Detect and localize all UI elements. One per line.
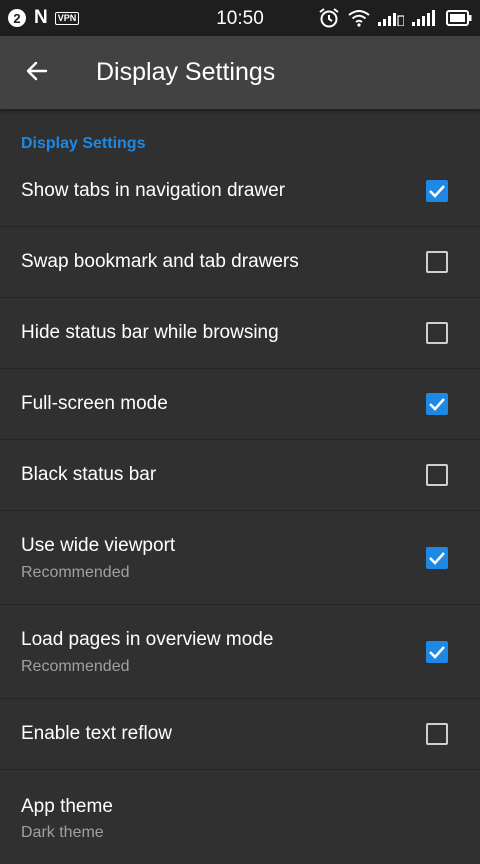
setting-title: Swap bookmark and tab drawers (21, 251, 299, 273)
setting-title: Enable text reflow (21, 723, 172, 745)
category-header: Display Settings (21, 135, 145, 153)
black-status-bar-checkbox[interactable] (426, 464, 448, 486)
setting-title: Show tabs in navigation drawer (21, 180, 285, 202)
full-screen-checkbox[interactable] (426, 393, 448, 415)
status-bar-right (318, 7, 472, 29)
setting-title: Black status bar (21, 464, 156, 486)
wide-viewport-checkbox[interactable] (426, 547, 448, 569)
back-arrow-icon (25, 59, 49, 88)
setting-show-tabs-in-drawer[interactable]: Show tabs in navigation drawer (0, 156, 480, 227)
setting-app-theme[interactable]: App theme Dark theme (0, 770, 480, 864)
page-title: Display Settings (96, 58, 275, 87)
show-tabs-checkbox[interactable] (426, 180, 448, 202)
cell-signal-1-icon (378, 10, 404, 26)
setting-overview-mode[interactable]: Load pages in overview mode Recommended (0, 605, 480, 699)
alarm-icon (318, 7, 340, 29)
setting-wide-viewport[interactable]: Use wide viewport Recommended (0, 511, 480, 605)
settings-list: Display Settings Show tabs in navigation… (0, 109, 480, 853)
battery-icon (446, 10, 472, 26)
setting-text-reflow[interactable]: Enable text reflow (0, 699, 480, 770)
setting-title: Load pages in overview mode (21, 629, 273, 651)
status-bar: 2 N VPN 10:50 (0, 0, 480, 36)
setting-swap-drawers[interactable]: Swap bookmark and tab drawers (0, 227, 480, 298)
setting-title: Full-screen mode (21, 393, 168, 415)
text-reflow-checkbox[interactable] (426, 723, 448, 745)
back-button[interactable] (14, 50, 60, 96)
setting-title: App theme (21, 796, 113, 818)
wifi-icon (348, 9, 370, 27)
toolbar: Display Settings (0, 36, 480, 109)
overview-mode-checkbox[interactable] (426, 641, 448, 663)
swap-drawers-checkbox[interactable] (426, 251, 448, 273)
setting-black-status-bar[interactable]: Black status bar (0, 440, 480, 511)
setting-summary: Recommended (21, 564, 130, 582)
setting-title: Hide status bar while browsing (21, 322, 279, 344)
setting-title: Use wide viewport (21, 535, 175, 557)
hide-status-bar-checkbox[interactable] (426, 322, 448, 344)
cell-signal-2-icon (412, 10, 438, 26)
setting-full-screen[interactable]: Full-screen mode (0, 369, 480, 440)
setting-hide-status-bar[interactable]: Hide status bar while browsing (0, 298, 480, 369)
setting-summary: Dark theme (21, 824, 104, 842)
setting-summary: Recommended (21, 658, 130, 676)
